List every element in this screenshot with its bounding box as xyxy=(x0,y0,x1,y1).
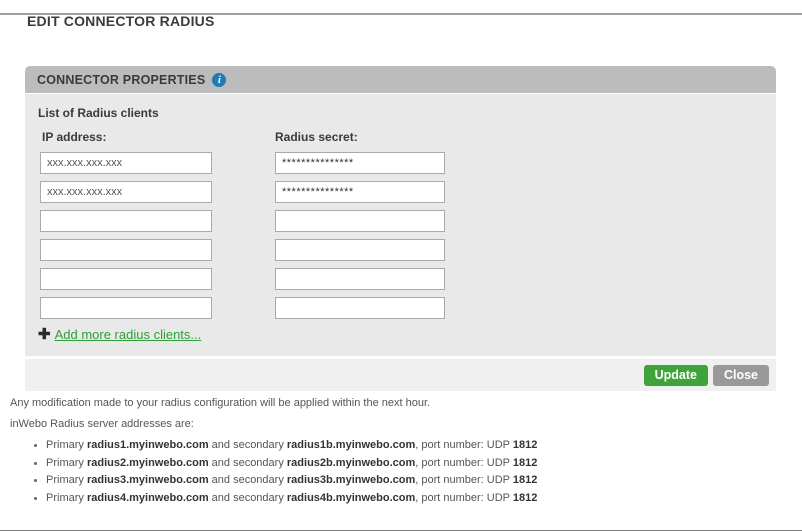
radius-client-row xyxy=(40,268,776,290)
ip-address-input[interactable] xyxy=(40,152,212,174)
radius-client-row xyxy=(40,239,776,261)
radius-server-item: Primary radius1.myinwebo.com and seconda… xyxy=(46,437,802,455)
info-icon[interactable]: i xyxy=(212,73,226,87)
plus-icon[interactable]: ✚ xyxy=(38,328,51,342)
panel-body: List of Radius clients IP address: Radiu… xyxy=(25,94,776,356)
panel-header: CONNECTOR PROPERTIES i xyxy=(25,66,776,93)
connector-properties-panel: CONNECTOR PROPERTIES i List of Radius cl… xyxy=(25,66,776,391)
radius-secret-column-label: Radius secret: xyxy=(275,130,358,144)
radius-secret-input[interactable] xyxy=(275,297,445,319)
close-button[interactable]: Close xyxy=(713,365,769,386)
update-button[interactable]: Update xyxy=(644,365,708,386)
radius-server-item: Primary radius3.myinwebo.com and seconda… xyxy=(46,472,802,490)
window-top-border xyxy=(0,13,802,15)
ip-address-input[interactable] xyxy=(40,239,212,261)
ip-address-input[interactable] xyxy=(40,297,212,319)
column-headers: IP address: Radius secret: xyxy=(40,130,776,144)
add-clients-row: ✚ Add more radius clients... xyxy=(38,327,776,342)
radius-client-row xyxy=(40,210,776,232)
ip-address-input[interactable] xyxy=(40,268,212,290)
radius-server-item: Primary radius2.myinwebo.com and seconda… xyxy=(46,455,802,473)
radius-secret-input[interactable] xyxy=(275,268,445,290)
modification-note: Any modification made to your radius con… xyxy=(10,397,802,409)
page-title: EDIT CONNECTOR RADIUS xyxy=(27,13,802,29)
button-bar: Update Close xyxy=(25,359,776,391)
footer: Any modification made to your radius con… xyxy=(10,397,802,507)
radius-client-row xyxy=(40,297,776,319)
radius-server-item: Primary radius4.myinwebo.com and seconda… xyxy=(46,490,802,508)
radius-clients-section-label: List of Radius clients xyxy=(38,106,776,120)
add-more-clients-link[interactable]: Add more radius clients... xyxy=(55,327,202,342)
radius-secret-input[interactable] xyxy=(275,239,445,261)
ip-address-column-label: IP address: xyxy=(40,130,275,144)
radius-secret-input[interactable] xyxy=(275,210,445,232)
radius-server-list: Primary radius1.myinwebo.com and seconda… xyxy=(10,437,802,507)
ip-address-input[interactable] xyxy=(40,210,212,232)
server-addresses-intro: inWebo Radius server addresses are: xyxy=(10,418,802,430)
radius-secret-input[interactable] xyxy=(275,152,445,174)
radius-client-row xyxy=(40,181,776,203)
ip-address-input[interactable] xyxy=(40,181,212,203)
panel-header-label: CONNECTOR PROPERTIES xyxy=(37,73,205,87)
radius-secret-input[interactable] xyxy=(275,181,445,203)
radius-client-row xyxy=(40,152,776,174)
